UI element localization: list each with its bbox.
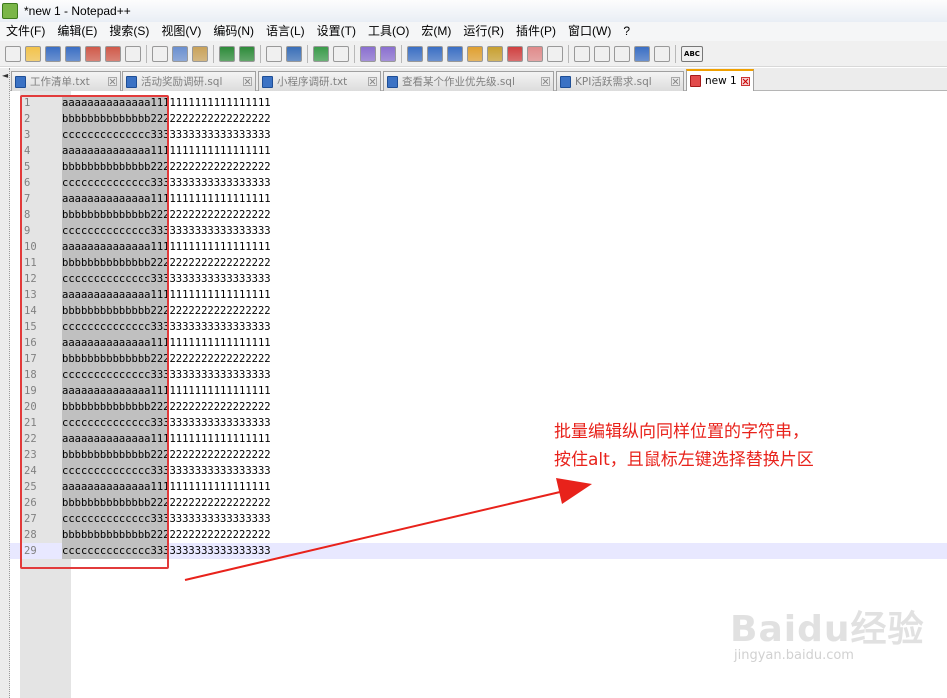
- tab-close-icon[interactable]: [108, 77, 117, 86]
- annotation-text: 批量编辑纵向同样位置的字符串， 按住alt，且鼠标左键选择替换片区: [554, 418, 814, 474]
- toolbar-separator: [354, 44, 355, 63]
- window-title: *new 1 - Notepad++: [24, 4, 131, 18]
- saved-file-icon: [560, 75, 571, 88]
- user-lang-icon[interactable]: [467, 45, 483, 62]
- menu-item[interactable]: 工具(O): [362, 22, 415, 41]
- tab-close-icon[interactable]: [741, 76, 750, 86]
- undo-icon[interactable]: [219, 45, 235, 62]
- menu-item[interactable]: 插件(P): [510, 22, 562, 41]
- saved-file-icon: [126, 75, 137, 88]
- tab-close-icon[interactable]: [368, 77, 377, 86]
- left-dock-strip: ◄: [0, 68, 10, 698]
- menu-item[interactable]: 宏(M): [415, 22, 457, 41]
- folder-workspace-icon[interactable]: [527, 45, 543, 62]
- saved-file-icon: [15, 75, 26, 88]
- sync-horizontal-icon[interactable]: [380, 45, 396, 62]
- save-icon[interactable]: [45, 45, 61, 62]
- menu-item[interactable]: 编码(N): [207, 22, 260, 41]
- toolbar-separator: [213, 44, 214, 63]
- baidu-watermark: Baidu经验 jingyan.baidu.com: [730, 600, 924, 663]
- sync-vertical-icon[interactable]: [360, 45, 376, 62]
- menu-item[interactable]: ?: [617, 22, 636, 41]
- tab-1[interactable]: 活动奖励调研.sql: [122, 71, 256, 91]
- notepadpp-app-icon[interactable]: [2, 3, 18, 19]
- menu-item[interactable]: 语言(L): [260, 22, 311, 41]
- tab-0[interactable]: 工作清单.txt: [11, 71, 121, 91]
- print-icon[interactable]: [125, 45, 141, 62]
- tab-label: 查看某个作业优先级.sql: [402, 76, 515, 88]
- tab-label: KPI活跃需求.sql: [575, 76, 652, 88]
- saved-file-icon: [262, 75, 273, 88]
- zoom-out-icon[interactable]: [333, 45, 349, 62]
- close-icon[interactable]: [85, 45, 101, 62]
- toolbar-separator: [260, 44, 261, 63]
- word-wrap-icon[interactable]: [407, 45, 423, 62]
- watermark-logo: Baidu经验: [730, 609, 925, 650]
- paste-icon[interactable]: [192, 45, 208, 62]
- toolbar-separator: [307, 44, 308, 63]
- run-macro-multiple-icon[interactable]: [634, 45, 650, 62]
- tab-4[interactable]: KPI活跃需求.sql: [556, 71, 684, 91]
- saved-file-icon: [387, 75, 398, 88]
- menu-item[interactable]: 设置(T): [311, 22, 362, 41]
- open-file-icon[interactable]: [25, 45, 41, 62]
- unsaved-file-icon: [690, 75, 701, 87]
- save-macro-icon[interactable]: [654, 45, 670, 62]
- tab-3[interactable]: 查看某个作业优先级.sql: [383, 71, 554, 91]
- save-all-icon[interactable]: [65, 45, 81, 62]
- stop-record-icon[interactable]: [594, 45, 610, 62]
- selection-highlight-box: [20, 95, 169, 569]
- menu-item[interactable]: 窗口(W): [562, 22, 617, 41]
- zoom-in-icon[interactable]: [313, 45, 329, 62]
- record-macro-icon[interactable]: [574, 45, 590, 62]
- menu-item[interactable]: 视图(V): [155, 22, 207, 41]
- tab-close-icon[interactable]: [243, 77, 252, 86]
- menu-bar: 文件(F) 编辑(E) 搜索(S) 视图(V) 编码(N) 语言(L) 设置(T) 工具(O)…: [0, 22, 947, 41]
- tab-close-icon[interactable]: [541, 77, 550, 86]
- tab-close-icon[interactable]: [671, 77, 680, 86]
- annotation-line-2: 按住alt，且鼠标左键选择替换片区: [554, 450, 814, 470]
- tab-label: 工作清单.txt: [30, 76, 90, 88]
- close-all-icon[interactable]: [105, 45, 121, 62]
- menu-item[interactable]: 搜索(S): [103, 22, 155, 41]
- tab-label: 活动奖励调研.sql: [141, 76, 223, 88]
- menu-item[interactable]: 运行(R): [457, 22, 510, 41]
- replace-icon[interactable]: [286, 45, 302, 62]
- tab-label: 小程序调研.txt: [277, 76, 348, 88]
- annotation-line-1: 批量编辑纵向同样位置的字符串，: [554, 422, 809, 442]
- tab-5[interactable]: new 1: [686, 69, 754, 91]
- spell-check-icon[interactable]: ABC: [681, 45, 703, 62]
- menu-item[interactable]: 文件(F): [0, 22, 51, 41]
- toolbar: ABC: [0, 41, 947, 67]
- monitor-icon[interactable]: [547, 45, 563, 62]
- copy-icon[interactable]: [172, 45, 188, 62]
- title-bar: *new 1 - Notepad++: [0, 0, 947, 22]
- toolbar-separator: [146, 44, 147, 63]
- indent-guide-icon[interactable]: [447, 45, 463, 62]
- play-macro-icon[interactable]: [614, 45, 630, 62]
- new-file-icon[interactable]: [5, 45, 21, 62]
- cut-icon[interactable]: [152, 45, 168, 62]
- tab-2[interactable]: 小程序调研.txt: [258, 71, 381, 91]
- find-icon[interactable]: [266, 45, 282, 62]
- doc-map-icon[interactable]: [487, 45, 503, 62]
- function-list-icon[interactable]: [507, 45, 523, 62]
- toolbar-separator: [675, 44, 676, 63]
- tab-label: new 1: [705, 75, 737, 87]
- show-all-chars-icon[interactable]: [427, 45, 443, 62]
- tab-bar: 工作清单.txt 活动奖励调研.sql 小程序调研.txt 查看某个作业优先级.sql…: [10, 68, 947, 91]
- menu-item[interactable]: 编辑(E): [51, 22, 103, 41]
- dock-arrow-icon[interactable]: ◄: [2, 71, 8, 80]
- toolbar-separator: [568, 44, 569, 63]
- redo-icon[interactable]: [239, 45, 255, 62]
- toolbar-separator: [401, 44, 402, 63]
